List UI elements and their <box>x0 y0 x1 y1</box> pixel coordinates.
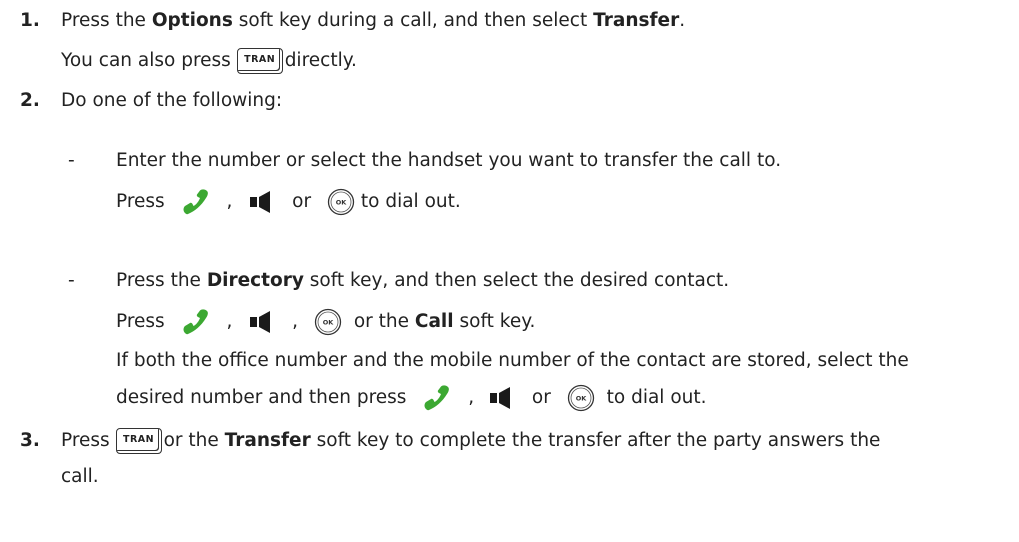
speakerphone-icon <box>490 387 511 409</box>
tran-key-icon: TRAN <box>236 48 283 74</box>
step-2-text: Do one of the following: <box>61 90 283 111</box>
ok-key-icon: OK <box>567 384 594 412</box>
green-phone-handset-icon <box>183 189 208 215</box>
option-a-text: Enter the number or select the handset y… <box>116 150 782 171</box>
option-b-note-line-1: If both the office number and the mobile… <box>116 350 909 371</box>
ok-key-icon: OK <box>314 308 342 336</box>
ok-label: OK <box>575 395 587 403</box>
bullet-dash: - <box>68 270 75 291</box>
ok-key-icon: OK <box>327 188 355 216</box>
step-3-text-cont: call. <box>61 466 99 487</box>
ok-label: OK <box>323 319 335 327</box>
option-b-text: Press the Directory soft key, and then s… <box>116 270 730 291</box>
green-phone-handset-icon <box>424 385 450 411</box>
bullet-dash: - <box>68 150 75 171</box>
tran-key-icon: TRAN <box>115 428 162 454</box>
ok-label: OK <box>336 199 348 207</box>
step-1-text: Press the Options soft key during a call… <box>61 10 686 31</box>
step-3-text: Press TRAN or the Transfer soft key to co… <box>61 428 880 454</box>
step-1-alt-text: You can also press TRAN directly. <box>61 48 357 74</box>
step-number: 2. <box>20 90 40 111</box>
speakerphone-icon <box>250 311 271 333</box>
step-number: 3. <box>20 430 40 451</box>
option-b-note-line-2: desired number and then press , or OK to… <box>116 382 707 414</box>
option-b-press-line: Press , , OK or the Call soft key. <box>116 306 535 338</box>
green-phone-handset-icon <box>183 309 208 335</box>
option-a-press-line: Press , or OK to dial out. <box>116 186 461 218</box>
speakerphone-icon <box>250 191 271 213</box>
step-number: 1. <box>20 10 40 31</box>
